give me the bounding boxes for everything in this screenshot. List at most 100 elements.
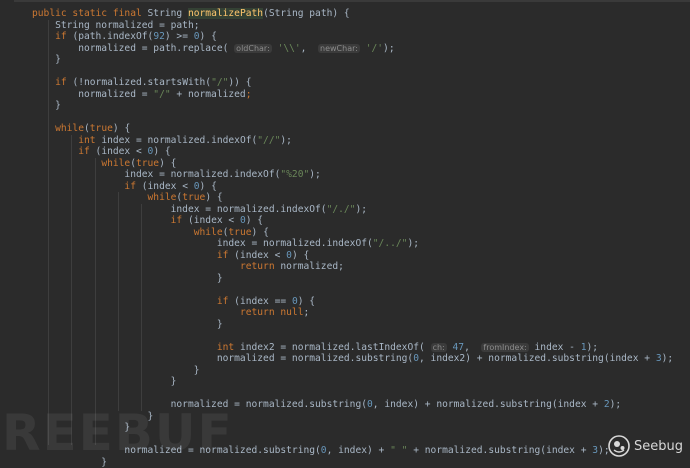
code-token: }: [32, 319, 223, 330]
code-line[interactable]: if (index < 0) {: [32, 250, 309, 262]
code-token: while: [101, 158, 130, 169]
code-line[interactable]: normalized = normalized.substring(0, ind…: [32, 399, 621, 411]
code-token: index -: [529, 342, 581, 353]
code-token: ) {: [292, 250, 309, 261]
code-line[interactable]: }: [32, 319, 223, 331]
code-token: ) {: [159, 158, 176, 169]
code-token: );: [587, 342, 599, 353]
code-line[interactable]: }: [32, 100, 61, 112]
code-token: if: [171, 215, 183, 226]
code-token: [32, 77, 55, 88]
code-line[interactable]: }: [32, 273, 223, 285]
code-line[interactable]: index = normalized.indexOf("/./");: [32, 204, 367, 216]
code-line[interactable]: while(true) {: [32, 227, 269, 239]
code-token: , index) + normalized.substring(index +: [373, 399, 604, 410]
code-token: index2 = normalized.lastIndexOf(: [234, 342, 430, 353]
code-token: String normalized = path;: [32, 20, 200, 31]
seebug-icon: [608, 435, 630, 457]
code-token: ) {: [252, 227, 269, 238]
code-line[interactable]: }: [32, 457, 107, 468]
code-token: [32, 307, 240, 318]
code-token: true: [90, 123, 113, 134]
code-line[interactable]: normalized = normalized.substring(0, ind…: [32, 353, 673, 365]
code-token: normalized =: [32, 89, 153, 100]
code-token: normalizePath: [188, 8, 263, 19]
code-token: normalized = normalized.substring(: [32, 445, 321, 456]
code-token: '/': [366, 43, 383, 54]
code-line[interactable]: index = normalized.indexOf("%20");: [32, 169, 321, 181]
code-line[interactable]: if (!normalized.startsWith("/")) {: [32, 77, 252, 89]
code-token: ) {: [246, 215, 263, 226]
code-token: if: [217, 250, 229, 261]
code-token: "%20": [280, 169, 309, 180]
code-token: while: [55, 123, 84, 134]
code-token: (index <: [182, 215, 240, 226]
code-line[interactable]: while(true) {: [32, 192, 223, 204]
code-token: }: [32, 54, 61, 65]
code-token: true: [136, 158, 159, 169]
code-token: index = normalized.indexOf(: [32, 238, 373, 249]
code-token: 92: [153, 31, 165, 42]
code-token: (path.indexOf(: [67, 31, 154, 42]
code-line[interactable]: if (index < 0) {: [32, 146, 171, 158]
code-token: + normalized.substring(index +: [407, 445, 592, 456]
code-token: [32, 181, 124, 192]
code-line[interactable]: index = normalized.indexOf("/../");: [32, 238, 419, 250]
code-token: (String path) {: [263, 8, 350, 19]
code-token: if: [124, 181, 136, 192]
code-token: "/": [153, 89, 170, 100]
code-token: )) {: [228, 77, 251, 88]
parameter-hint: oldChar:: [234, 44, 272, 53]
code-token: (!normalized.startsWith(: [67, 77, 211, 88]
code-token: "/": [211, 77, 228, 88]
code-token: );: [280, 135, 292, 146]
parameter-hint: newChar:: [318, 44, 360, 53]
editor-top-border: [0, 0, 690, 2]
code-editor[interactable]: public static final String normalizePath…: [0, 0, 690, 462]
code-token: " ": [390, 445, 407, 456]
code-token: [32, 192, 148, 203]
code-token: if: [55, 77, 67, 88]
code-token: int: [217, 342, 234, 353]
code-line[interactable]: }: [32, 411, 153, 423]
code-token: public static final: [32, 8, 148, 19]
code-line[interactable]: if (index == 0) {: [32, 296, 315, 308]
code-token: + normalized: [171, 89, 246, 100]
code-token: ) >=: [165, 31, 194, 42]
code-line[interactable]: public static final String normalizePath…: [32, 8, 350, 20]
code-line[interactable]: while(true) {: [32, 123, 130, 135]
code-line[interactable]: }: [32, 365, 200, 377]
code-token: if: [217, 296, 229, 307]
code-line[interactable]: return null;: [32, 307, 309, 319]
code-token: }: [32, 273, 223, 284]
code-token: true: [182, 192, 205, 203]
code-token: [32, 342, 217, 353]
seebug-watermark: Seebug: [608, 434, 688, 458]
code-line[interactable]: }: [32, 422, 130, 434]
code-line[interactable]: normalized = "/" + normalized;: [32, 89, 252, 101]
code-line[interactable]: while(true) {: [32, 158, 176, 170]
code-token: );: [662, 353, 674, 364]
code-token: ,: [301, 43, 318, 54]
code-token: ;: [303, 307, 309, 318]
code-line[interactable]: if (index < 0) {: [32, 215, 263, 227]
code-token: String: [148, 8, 188, 19]
code-line[interactable]: int index2 = normalized.lastIndexOf( ch:…: [32, 342, 598, 354]
code-token: );: [355, 204, 367, 215]
seebug-label: Seebug: [634, 439, 683, 454]
code-line[interactable]: }: [32, 376, 176, 388]
code-line[interactable]: String normalized = path;: [32, 20, 200, 32]
code-line[interactable]: normalized = path.replace( oldChar: '\\'…: [32, 43, 395, 55]
code-line[interactable]: return normalized;: [32, 261, 344, 273]
code-token: ) {: [200, 181, 217, 192]
code-line[interactable]: }: [32, 54, 61, 66]
code-token: [32, 31, 55, 42]
code-line[interactable]: if (index < 0) {: [32, 181, 217, 193]
code-token: while: [148, 192, 177, 203]
code-line[interactable]: if (path.indexOf(92) >= 0) {: [32, 31, 217, 43]
code-token: }: [32, 100, 61, 111]
code-token: 47: [453, 342, 465, 353]
code-line[interactable]: int index = normalized.indexOf("//");: [32, 135, 292, 147]
code-line[interactable]: normalized = normalized.substring(0, ind…: [32, 445, 610, 457]
code-token: [32, 146, 78, 157]
